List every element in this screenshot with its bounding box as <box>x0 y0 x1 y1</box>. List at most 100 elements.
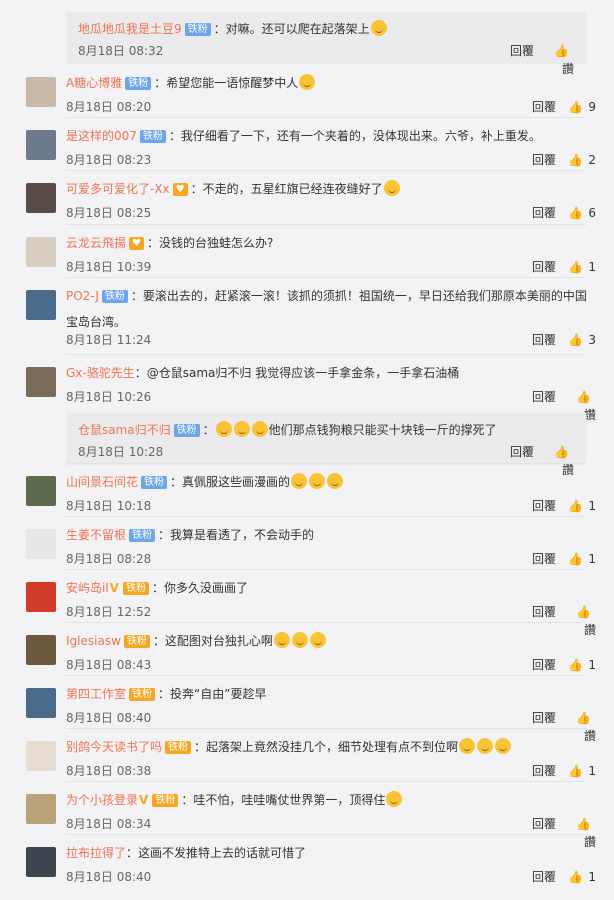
avatar[interactable] <box>26 688 56 718</box>
commenter-name[interactable]: 别鸽今天读书了吗 <box>66 740 162 754</box>
commenter-name[interactable]: Iglesiasw <box>66 634 121 648</box>
like-button[interactable]: 👍 1 <box>566 550 596 568</box>
comment-time: 8月18日 10:28 <box>78 445 164 459</box>
comment-time: 8月18日 08:38 <box>66 764 152 778</box>
fan-badge[interactable]: 铁粉 <box>101 290 128 303</box>
like-button[interactable]: 👍 3 <box>566 331 596 349</box>
comment-meta: 8月18日 11:24 回覆 👍 3 <box>66 331 596 349</box>
divider <box>66 569 586 570</box>
avatar[interactable] <box>26 130 56 160</box>
reply-button[interactable]: 回覆 <box>532 762 556 780</box>
like-button[interactable]: 👍 9 <box>566 98 596 116</box>
fan-badge[interactable]: 铁粉 <box>184 23 211 36</box>
reply-button[interactable]: 回覆 <box>532 258 556 276</box>
avatar[interactable] <box>26 529 56 559</box>
comment-content: 安屿岛ilV 铁粉 ：你多久没画画了 <box>66 579 596 597</box>
comment-time: 8月18日 08:23 <box>66 153 152 167</box>
like-button[interactable]: 👍 2 <box>566 151 596 169</box>
commenter-name[interactable]: PO2-J <box>66 289 99 303</box>
comment-text: 他们那点钱狗粮只能买十块钱一斤的撑死了 <box>268 423 497 437</box>
comment-text: ：不走的，五星红旗已经连夜缝好了 <box>190 182 383 196</box>
reply-button[interactable]: 回覆 <box>532 331 556 349</box>
commenter-name[interactable]: 生姜不留根 <box>66 528 126 542</box>
comment-meta: 8月18日 08:25 回覆 👍 6 <box>66 204 596 222</box>
colon-separator: ： <box>202 423 215 437</box>
commenter-name[interactable]: 安屿岛il <box>66 581 109 595</box>
thumbs-up-icon: 👍 <box>568 658 584 672</box>
avatar[interactable] <box>26 741 56 771</box>
fan-badge[interactable]: 铁粉 <box>123 635 150 648</box>
like-count: 2 <box>588 153 596 167</box>
reply-button[interactable]: 回覆 <box>510 42 534 60</box>
like-button[interactable]: 👍 6 <box>566 204 596 222</box>
reply-button[interactable]: 回覆 <box>510 443 534 461</box>
emoji-icon <box>495 738 512 754</box>
avatar[interactable] <box>26 635 56 665</box>
reply-button[interactable]: 回覆 <box>532 550 556 568</box>
comment-text: ：哇不怕，哇哇嘴仗世界第一，顶得住 <box>181 793 386 807</box>
avatar[interactable] <box>26 237 56 267</box>
avatar[interactable] <box>26 367 56 397</box>
like-button[interactable]: 👍讚 <box>544 42 574 78</box>
thumbs-up-icon: 👍 <box>568 552 584 566</box>
reply-button[interactable]: 回覆 <box>532 98 556 116</box>
heart-badge-icon[interactable]: ♥ <box>129 237 144 250</box>
reply-button[interactable]: 回覆 <box>532 151 556 169</box>
like-button[interactable]: 👍 1 <box>566 497 596 515</box>
comment-content: Gx-骆驼先生：@仓鼠sama归不归 我觉得应该一手拿金条，一手拿石油桶 <box>66 364 596 382</box>
fan-badge[interactable]: 铁粉 <box>129 529 156 542</box>
fan-badge[interactable]: 铁粉 <box>152 794 179 807</box>
avatar[interactable] <box>26 183 56 213</box>
thumbs-up-icon: 👍 <box>554 44 569 58</box>
like-button[interactable]: 👍 1 <box>566 258 596 276</box>
commenter-name[interactable]: Gx-骆驼先生 <box>66 366 135 380</box>
reply-button[interactable]: 回覆 <box>532 204 556 222</box>
commenter-name[interactable]: A糖心博雅 <box>66 76 122 90</box>
reply-button[interactable]: 回覆 <box>532 603 556 621</box>
commenter-name[interactable]: 第四工作室 <box>66 687 126 701</box>
reply-button[interactable]: 回覆 <box>532 868 556 886</box>
like-button[interactable]: 👍 1 <box>566 868 596 886</box>
fan-badge[interactable]: 铁粉 <box>173 424 200 437</box>
comment-content: 可爱多可爱化了-Xx ♥ ：不走的，五星红旗已经连夜缝好了 <box>66 180 596 198</box>
reply-button[interactable]: 回覆 <box>532 815 556 833</box>
commenter-name[interactable]: 拉布拉得了 <box>66 846 126 860</box>
avatar[interactable] <box>26 476 56 506</box>
thumbs-up-icon: 👍 <box>576 605 591 619</box>
fan-badge[interactable]: 铁粉 <box>125 77 152 90</box>
thumbs-up-icon: 👍 <box>568 764 584 778</box>
like-button[interactable]: 👍 1 <box>566 762 596 780</box>
reply-button[interactable]: 回覆 <box>532 709 556 727</box>
commenter-name[interactable]: 为个小孩登录 <box>66 793 138 807</box>
like-button[interactable]: 👍 1 <box>566 656 596 674</box>
comment-text: ：我仔细看了一下，还有一个夹着的，没体现出来。六爷，补上重发。 <box>168 129 541 143</box>
reply-button[interactable]: 回覆 <box>532 656 556 674</box>
thumbs-up-icon: 👍 <box>568 260 584 274</box>
commenter-name[interactable]: 可爱多可爱化了-Xx <box>66 182 170 196</box>
commenter-name[interactable]: 是这样的007 <box>66 129 137 143</box>
avatar[interactable] <box>26 290 56 320</box>
avatar[interactable] <box>26 794 56 824</box>
fan-badge[interactable]: 铁粉 <box>165 741 192 754</box>
heart-badge-icon[interactable]: ♥ <box>172 183 188 196</box>
avatar[interactable] <box>26 77 56 107</box>
commenter-name[interactable]: 云龙云飛揚 <box>66 236 126 250</box>
fan-badge[interactable]: 铁粉 <box>139 130 166 143</box>
reply-button[interactable]: 回覆 <box>532 497 556 515</box>
emoji-icon <box>309 473 326 489</box>
like-count: 1 <box>588 499 596 513</box>
commenter-name[interactable]: 山间景石间花 <box>66 475 138 489</box>
fan-badge[interactable]: 铁粉 <box>122 582 149 595</box>
reply-button[interactable]: 回覆 <box>532 388 556 406</box>
avatar[interactable] <box>26 582 56 612</box>
thumbs-up-icon: 👍 <box>568 499 584 513</box>
comment-content: 为个小孩登录V 铁粉 ：哇不怕，哇哇嘴仗世界第一，顶得住 <box>66 791 596 809</box>
commenter-name[interactable]: 地瓜地瓜我是土豆9 <box>78 22 182 36</box>
commenter-name[interactable]: 仓鼠sama归不归 <box>78 423 171 437</box>
like-count: 1 <box>588 658 596 672</box>
comment-time: 8月18日 10:26 <box>66 390 152 404</box>
avatar[interactable] <box>26 847 56 877</box>
fan-badge[interactable]: 铁粉 <box>141 476 168 489</box>
fan-badge[interactable]: 铁粉 <box>129 688 156 701</box>
crying-emoji-icon <box>233 421 250 437</box>
